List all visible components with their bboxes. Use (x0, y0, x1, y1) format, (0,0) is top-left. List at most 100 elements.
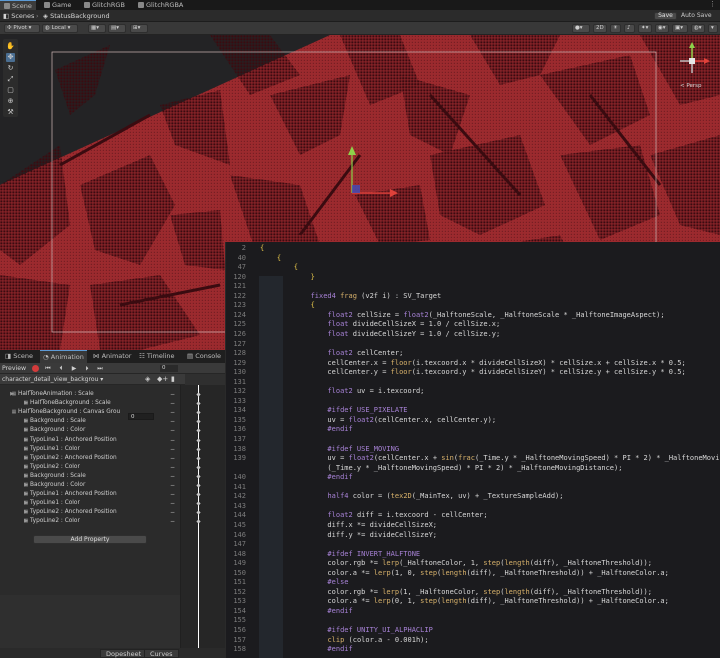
first-keyframe-icon[interactable]: ⏮ (44, 364, 52, 373)
camera-icon[interactable]: ▣▾ (672, 24, 688, 33)
code-line[interactable]: 154 #endif (226, 607, 720, 617)
custom-tool-icon[interactable]: ⚒ (6, 108, 15, 117)
next-keyframe-icon[interactable]: ⏵ (83, 364, 91, 373)
property-row[interactable]: ▶ ▦ HalfToneAnimation : Scale − (0, 390, 180, 399)
more-options-icon[interactable]: ⋮ (709, 0, 716, 8)
keyframe-marker[interactable] (196, 401, 201, 406)
code-line[interactable]: 153 color.a *= lerp(0, 1, step(length(di… (226, 597, 720, 607)
code-line[interactable]: 143 (226, 502, 720, 512)
code-line[interactable]: 142 half4 color = (tex2D(_MainTex, uv) +… (226, 492, 720, 502)
remove-property-icon[interactable]: − (170, 408, 175, 417)
code-line[interactable]: 156 #ifdef UNITY_UI_ALPHACLIP (226, 626, 720, 636)
code-line[interactable]: 126 float divideCellSizeY = 1.0 / cellSi… (226, 330, 720, 340)
code-line[interactable]: 146 diff.y *= divideCellSizeY; (226, 531, 720, 541)
code-line[interactable]: 128 float2 cellCenter; (226, 349, 720, 359)
remove-property-icon[interactable]: − (170, 445, 175, 454)
code-line[interactable]: 135 uv = float2(cellCenter.x, cellCenter… (226, 416, 720, 426)
shading-mode-button[interactable]: ●▾ (572, 24, 590, 33)
scale-tool-icon[interactable]: ⤢ (6, 75, 15, 84)
keyframe-marker[interactable] (196, 428, 201, 434)
code-line[interactable]: 148 #ifdef INVERT_HALFTONE (226, 550, 720, 560)
keyframe-marker[interactable] (196, 465, 201, 470)
grid-snap-button[interactable]: ▦▾ (88, 24, 106, 33)
property-row[interactable]: ▶ ▦ TypoLine2 : Color − (0, 463, 180, 472)
tab-console[interactable]: ▤ Console (184, 350, 224, 363)
add-property-button[interactable]: Add Property (33, 535, 147, 544)
code-line[interactable]: 137 (226, 435, 720, 445)
keyframe-marker[interactable] (196, 410, 201, 415)
remove-property-icon[interactable]: − (170, 436, 175, 445)
space-dropdown[interactable]: ◍ Local ▾ (42, 24, 78, 33)
preview-toggle[interactable]: Preview (2, 364, 26, 373)
pivot-dropdown[interactable]: ✣ Pivot ▾ (4, 24, 40, 33)
breadcrumb-scenes[interactable]: ◧ Scenes (3, 10, 34, 22)
gizmos-dropdown[interactable]: ▾ (708, 24, 718, 33)
dopesheet-tab[interactable]: Dopesheet (100, 649, 148, 658)
code-line[interactable]: 158 #endif (226, 645, 720, 655)
code-line[interactable]: 138 #ifdef USE_MOVING (226, 445, 720, 455)
tab-timeline[interactable]: ☷ Timeline (136, 350, 178, 363)
code-line[interactable]: 125 float divideCellSizeX = 1.0 / cellSi… (226, 320, 720, 330)
tab-game[interactable]: Game (40, 0, 75, 10)
code-line[interactable]: 152 color.rgb *= lerp(1, _HalftoneColor,… (226, 588, 720, 598)
event-marker-icon[interactable]: ▮ (171, 374, 175, 385)
code-line[interactable]: 136 #endif (226, 425, 720, 435)
code-line[interactable]: 149 color.rgb *= lerp(_HalftoneColor, 1,… (226, 559, 720, 569)
code-line[interactable]: 144 float2 diff = i.texcoord - cellCente… (226, 511, 720, 521)
code-line[interactable]: 123 { (226, 301, 720, 311)
code-line[interactable]: (_Time.y * _HalftoneMovingSpeed) * PI * … (226, 464, 720, 474)
property-row[interactable]: ▶ ▦ TypoLine2 : Anchored Position − (0, 508, 180, 517)
property-row[interactable]: ▶ ▦ TypoLine1 : Color − (0, 499, 180, 508)
tab-scene-bottom[interactable]: ◨ Scene (2, 350, 36, 363)
property-row[interactable]: ▶ ▦ TypoLine1 : Anchored Position − (0, 436, 180, 445)
keyframe-marker[interactable] (196, 519, 201, 525)
code-line[interactable]: 147 (226, 540, 720, 550)
record-icon[interactable] (32, 365, 39, 372)
prev-keyframe-icon[interactable]: ⏴ (57, 364, 65, 373)
move-tool-icon[interactable]: ✥ (6, 53, 15, 62)
code-line[interactable]: 157 clip (color.a - 0.001h); (226, 636, 720, 646)
code-line[interactable]: 134 #ifdef USE_PIXELATE (226, 406, 720, 416)
breadcrumb-current[interactable]: ◈ StatusBackground (43, 10, 110, 22)
add-keyframe-icon[interactable]: ◈ (145, 374, 150, 385)
remove-property-icon[interactable]: − (170, 481, 175, 490)
code-line[interactable]: 151 #else (226, 578, 720, 588)
remove-property-icon[interactable]: − (170, 472, 175, 481)
keyframe-marker[interactable] (196, 501, 201, 506)
code-line[interactable]: 124 float2 cellSize = float2(_HalftoneSc… (226, 311, 720, 321)
code-line[interactable]: 47 { (226, 263, 720, 273)
gizmos-icon[interactable]: ◍▾ (691, 24, 705, 33)
remove-property-icon[interactable]: − (170, 454, 175, 463)
code-line[interactable]: 140 #endif (226, 473, 720, 483)
hidden-objects-icon[interactable]: ◉▾ (655, 24, 669, 33)
last-keyframe-icon[interactable]: ⏭ (96, 364, 104, 373)
dopesheet-timeline[interactable] (180, 385, 225, 658)
property-row[interactable]: ▶ ▦ Background : Color − (0, 481, 180, 490)
remove-property-icon[interactable]: − (170, 517, 175, 526)
code-line[interactable]: 130 cellCenter.y = floor(i.texcoord.y * … (226, 368, 720, 378)
rect-tool-icon[interactable]: ▢ (6, 86, 15, 95)
keyframe-marker[interactable] (196, 474, 201, 479)
code-line[interactable]: 155 (226, 616, 720, 626)
property-row[interactable]: ▶ ▦ Background : Color − (0, 426, 180, 435)
property-row[interactable]: ▶ ▦ TypoLine1 : Anchored Position − (0, 490, 180, 499)
rotate-tool-icon[interactable]: ↻ (6, 64, 15, 73)
tab-scene[interactable]: Scene (0, 0, 36, 10)
frame-input[interactable]: 0 (160, 365, 178, 372)
remove-property-icon[interactable]: − (170, 463, 175, 472)
property-row[interactable]: ▶ ▦ TypoLine2 : Anchored Position − (0, 454, 180, 463)
keyframe-marker[interactable] (196, 419, 201, 424)
canvas-group-alpha-field[interactable]: 0 (128, 413, 154, 420)
tab-glitchrgba[interactable]: GlitchRGBA (134, 0, 187, 10)
increment-snap-button[interactable]: ⊞▾ (130, 24, 148, 33)
code-line[interactable]: 133 (226, 397, 720, 407)
code-line[interactable]: 120 } (226, 273, 720, 283)
keyframe-marker[interactable] (196, 492, 201, 497)
code-line[interactable]: 2{ (226, 244, 720, 254)
remove-property-icon[interactable]: − (170, 490, 175, 499)
lighting-icon[interactable]: ☀ (610, 24, 621, 33)
keyframe-marker[interactable] (196, 483, 201, 488)
hand-tool-icon[interactable]: ✋ (6, 42, 15, 51)
keyframe-marker[interactable] (196, 456, 201, 461)
transform-tool-icon[interactable]: ⊕ (6, 97, 15, 106)
